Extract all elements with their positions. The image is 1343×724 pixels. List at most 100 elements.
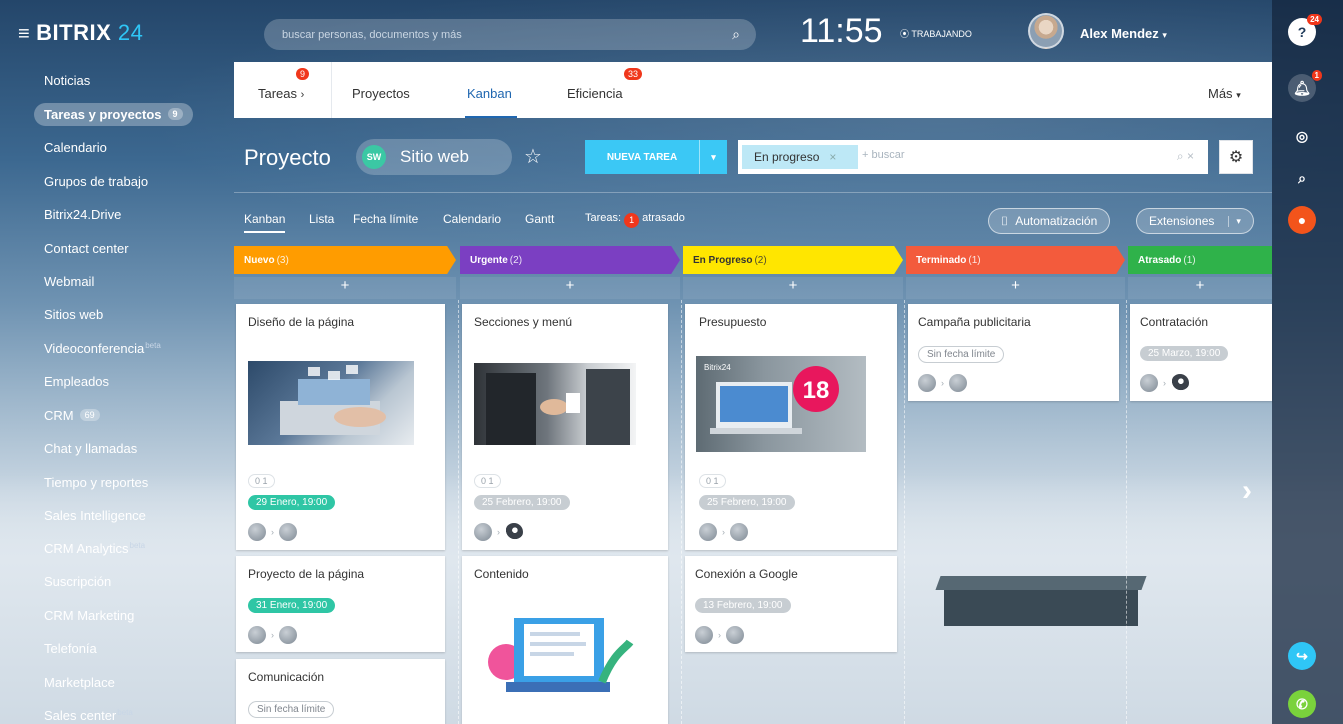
tab-proyectos[interactable]: Proyectos — [352, 86, 410, 101]
call-button[interactable]: ✆ — [1288, 690, 1316, 718]
work-status[interactable]: ⦿ TRABAJANDO — [900, 27, 972, 40]
search-icon[interactable]: ⌕ — [1177, 149, 1184, 163]
sidebar-item-noticias[interactable]: Noticias — [44, 73, 90, 88]
sidebar-item-tareas[interactable]: Tareas y proyectos 9 — [34, 103, 193, 126]
column-nuevo[interactable]: Nuevo (3) — [234, 246, 456, 274]
task-members[interactable]: › — [248, 523, 297, 541]
sidebar-item-telefonia[interactable]: Telefonía — [44, 641, 97, 656]
view-lista[interactable]: Lista — [309, 212, 334, 226]
timeman-button[interactable]: ◎ — [1288, 122, 1316, 150]
sidebar-item-chat[interactable]: Chat y llamadas — [44, 441, 137, 456]
global-search-input[interactable] — [264, 19, 704, 50]
task-card[interactable]: Secciones y menú 0 1 25 Febrero, 19:00 › — [462, 304, 668, 550]
avatar[interactable] — [949, 374, 967, 392]
deadline-badge[interactable]: 13 Febrero, 19:00 — [695, 598, 791, 613]
overdue-counter[interactable]: Tareas: 1 atrasado — [585, 212, 685, 228]
add-task-button[interactable]: + — [1128, 277, 1272, 299]
avatar[interactable] — [505, 523, 523, 541]
star-icon[interactable]: ☆ — [524, 144, 542, 169]
sidebar-item-calendario[interactable]: Calendario — [44, 140, 107, 155]
column-terminado[interactable]: Terminado (1) — [906, 246, 1125, 274]
avatar[interactable] — [699, 523, 717, 541]
sidebar-item-sales-intelligence[interactable]: Sales Intelligence — [44, 508, 146, 523]
close-icon[interactable]: × — [829, 150, 836, 164]
task-members[interactable]: › — [695, 626, 744, 644]
sidebar-item-videoconferencia[interactable]: Videoconferenciabeta — [44, 341, 161, 356]
sidebar-item-grupos[interactable]: Grupos de trabajo — [44, 174, 148, 189]
tab-kanban[interactable]: Kanban — [467, 86, 512, 101]
sidebar-item-crm[interactable]: CRM 69 — [44, 408, 100, 423]
deadline-badge[interactable]: 31 Enero, 19:00 — [248, 598, 336, 613]
tab-tareas[interactable]: Tareas › — [258, 86, 304, 101]
user-menu[interactable]: Alex Mendez ▾ — [1080, 26, 1167, 41]
notifications-button[interactable]: 🔔︎ 1 — [1288, 70, 1322, 102]
filter-search-input[interactable]: + buscar — [862, 149, 905, 161]
search-panel-button[interactable]: ⌕ — [1288, 164, 1316, 192]
sidebar-item-crm-marketing[interactable]: CRM Marketing — [44, 608, 134, 623]
sidebar-item-sitios[interactable]: Sitios web — [44, 307, 103, 322]
user-avatar[interactable] — [1028, 13, 1064, 49]
search-icon[interactable]: ⌕ — [732, 26, 740, 43]
add-task-button[interactable]: + — [906, 277, 1125, 299]
exit-button[interactable]: ↪ — [1288, 642, 1316, 670]
sidebar-item-tiempo[interactable]: Tiempo y reportes — [44, 475, 148, 490]
filter-search[interactable]: En progreso × + buscar ⌕ × — [738, 140, 1208, 174]
menu-icon[interactable]: ≡ — [18, 23, 30, 45]
sidebar-item-empleados[interactable]: Empleados — [44, 374, 109, 389]
avatar[interactable] — [730, 523, 748, 541]
avatar[interactable] — [248, 523, 266, 541]
deadline-badge[interactable]: 25 Febrero, 19:00 — [699, 495, 795, 510]
task-card[interactable]: Comunicación Sin fecha límite — [236, 659, 445, 724]
project-selector[interactable]: SW Sitio web — [356, 139, 512, 175]
filter-chip[interactable]: En progreso × — [742, 145, 858, 169]
avatar[interactable] — [279, 523, 297, 541]
bitrix-logo[interactable]: ≡ BITRIX 24 — [18, 20, 143, 46]
sidebar-item-contact-center[interactable]: Contact center — [44, 241, 129, 256]
sidebar-item-drive[interactable]: Bitrix24.Drive — [44, 207, 121, 222]
add-task-button[interactable]: + — [460, 277, 680, 299]
avatar[interactable] — [279, 626, 297, 644]
task-card[interactable]: Diseño de la página 0 1 29 Enero, 19:00 … — [236, 304, 445, 550]
avatar[interactable] — [695, 626, 713, 644]
task-members[interactable]: › — [1140, 374, 1189, 392]
task-card[interactable]: Contenido — [462, 556, 668, 724]
view-gantt[interactable]: Gantt — [525, 212, 554, 226]
view-kanban[interactable]: Kanban — [244, 212, 286, 233]
task-card[interactable]: Contratación 25 Marzo, 19:00 › — [1130, 304, 1272, 401]
task-members[interactable]: › — [699, 523, 748, 541]
sidebar-item-marketplace[interactable]: Marketplace — [44, 675, 115, 690]
avatar[interactable] — [918, 374, 936, 392]
close-icon[interactable]: × — [1187, 149, 1194, 163]
checklist-counter[interactable]: 0 1 — [699, 474, 726, 488]
extensions-button[interactable]: Extensiones ▾ — [1136, 208, 1254, 234]
task-members[interactable]: › — [918, 374, 967, 392]
task-card[interactable]: Conexión a Google 13 Febrero, 19:00 › — [685, 556, 897, 652]
deadline-badge[interactable]: 25 Marzo, 19:00 — [1140, 346, 1229, 361]
add-task-button[interactable]: + — [683, 277, 903, 299]
avatar[interactable] — [474, 523, 492, 541]
sidebar-item-webmail[interactable]: Webmail — [44, 274, 94, 289]
settings-button[interactable]: ⚙ — [1219, 140, 1253, 174]
tab-mas[interactable]: Más ▾ — [1208, 86, 1241, 101]
deadline-badge[interactable]: 25 Febrero, 19:00 — [474, 495, 570, 510]
column-en-progreso[interactable]: En Progreso (2) — [683, 246, 903, 274]
avatar[interactable] — [1171, 374, 1189, 392]
column-atrasado[interactable]: Atrasado (1) — [1128, 246, 1272, 274]
checklist-counter[interactable]: 0 1 — [474, 474, 501, 488]
new-task-button[interactable]: NUEVA TAREA ▾ — [585, 140, 727, 174]
task-members[interactable]: › — [248, 626, 297, 644]
avatar[interactable] — [248, 626, 266, 644]
sidebar-item-crm-analytics[interactable]: CRM Analyticsbeta — [44, 541, 145, 556]
deadline-badge[interactable]: Sin fecha límite — [248, 701, 335, 718]
help-button[interactable]: ? 24 — [1288, 14, 1322, 46]
view-calendario[interactable]: Calendario — [443, 212, 501, 226]
chevron-down-icon[interactable]: ▾ — [699, 140, 727, 174]
column-urgente[interactable]: Urgente (2) — [460, 246, 680, 274]
deadline-badge[interactable]: Sin fecha límite — [918, 346, 1005, 363]
tab-eficiencia[interactable]: Eficiencia — [567, 86, 623, 101]
contacts-button[interactable]: ● — [1288, 206, 1316, 234]
global-search[interactable]: ⌕ — [264, 19, 756, 50]
avatar[interactable] — [726, 626, 744, 644]
add-task-button[interactable]: + — [234, 277, 456, 299]
task-card[interactable]: Campaña publicitaria Sin fecha límite › — [908, 304, 1119, 401]
